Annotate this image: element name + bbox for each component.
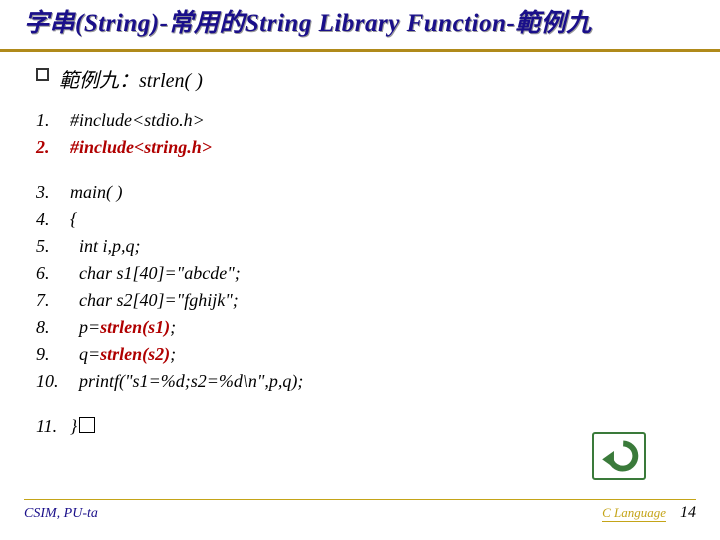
code-line: 10. printf("s1=%d;s2=%d\n",p,q);: [36, 368, 690, 395]
code-line: 3.main( ): [36, 179, 690, 206]
code-gap: [36, 161, 690, 179]
footer-left: CSIM, PU-ta: [24, 506, 98, 522]
code-line: 6. char s1[40]="abcde";: [36, 260, 690, 287]
code-gap: [36, 395, 690, 413]
code-line: 7. char s2[40]="fghijk";: [36, 287, 690, 314]
code-line: 9. q=strlen(s2);: [36, 341, 690, 368]
tofu-glyph: [79, 417, 95, 433]
code-line: 8. p=strlen(s1);: [36, 314, 690, 341]
checkbox-bullet-icon: [36, 68, 49, 81]
slide-footer: CSIM, PU-ta C Language 14: [0, 504, 720, 540]
footer-label: C Language: [602, 505, 666, 522]
subheading-text: 範例九：strlen( ): [59, 64, 203, 93]
code-line: 5. int i,p,q;: [36, 233, 690, 260]
page-number: 14: [680, 504, 696, 522]
footer-rule: [24, 499, 696, 500]
slide-title: 字串(String)-常用的String Library Function-範例…: [0, 0, 720, 52]
back-button[interactable]: [592, 432, 646, 480]
subheading-row: 範例九：strlen( ): [36, 64, 690, 93]
code-block: 1.#include<stdio.h> 2.#include<string.h>…: [36, 107, 690, 440]
code-line: 1.#include<stdio.h>: [36, 107, 690, 134]
code-line: 2.#include<string.h>: [36, 134, 690, 161]
code-line: 4.{: [36, 206, 690, 233]
back-arrow-icon: [598, 438, 640, 474]
